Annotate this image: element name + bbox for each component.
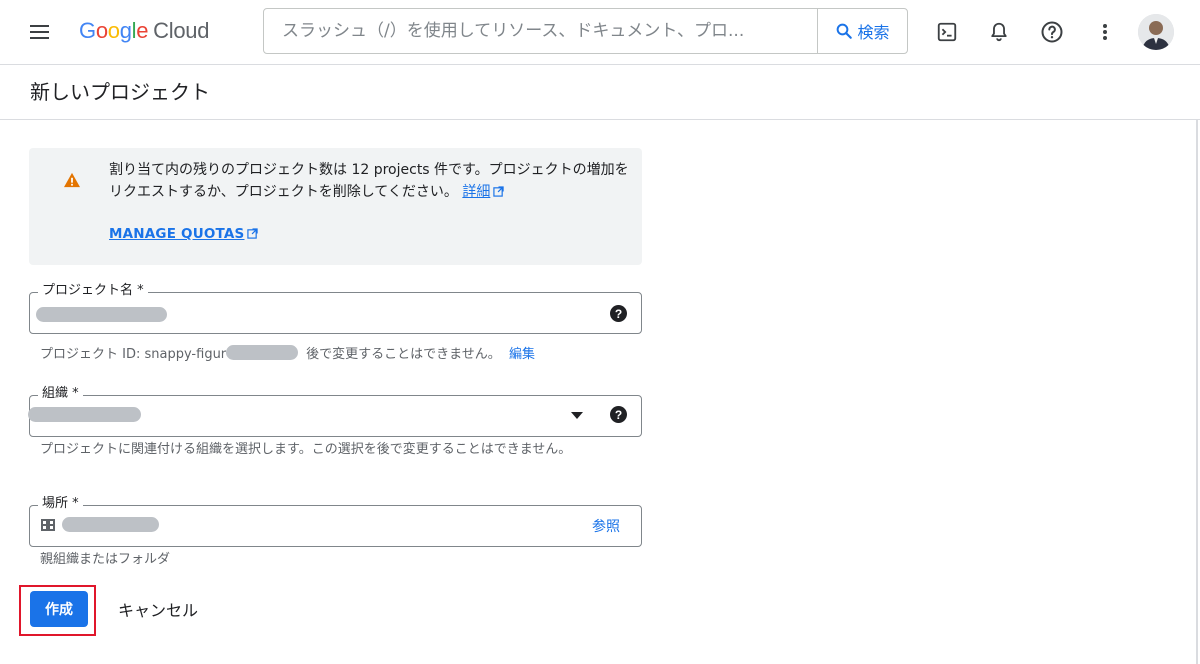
organization-help-icon[interactable]: ? (610, 406, 627, 423)
organization-building-icon (41, 519, 55, 531)
dropdown-arrow-icon[interactable] (571, 412, 583, 420)
search-button[interactable]: 検索 (817, 9, 907, 53)
search-input[interactable] (264, 9, 816, 53)
redacted-project-name (36, 307, 167, 322)
project-id-helper: プロジェクト ID: snappy-figur 後で変更することはできません。 編… (40, 343, 535, 364)
top-bar: GoogleCloud 検索 (0, 0, 1200, 64)
panel-divider (1196, 120, 1198, 664)
search-icon (837, 23, 853, 39)
cancel-button[interactable]: キャンセル (110, 591, 206, 627)
search-bar: 検索 (263, 8, 908, 54)
redacted-location (62, 517, 159, 532)
quota-message: 割り当て内の残りのプロジェクト数は 12 projects 件です。プロジェクト… (109, 162, 629, 200)
help-icon[interactable] (1039, 19, 1065, 45)
location-field[interactable]: 場所 * 参照 (29, 496, 642, 547)
page-title: 新しいプロジェクト (30, 80, 210, 104)
quota-warning-box: 割り当て内の残りのプロジェクト数は 12 projects 件です。プロジェクト… (29, 148, 642, 265)
browse-location-button[interactable]: 参照 (592, 516, 620, 536)
location-helper: 親組織またはフォルダ (40, 552, 171, 567)
google-cloud-logo[interactable]: Google Cloud (79, 17, 209, 45)
create-button[interactable]: 作成 (30, 591, 88, 627)
search-button-label: 検索 (857, 23, 890, 42)
hamburger-menu-icon[interactable] (27, 20, 53, 44)
project-name-field[interactable]: プロジェクト名 * ? (29, 283, 642, 334)
open-in-new-icon (493, 186, 505, 197)
cloud-shell-icon[interactable] (934, 19, 960, 45)
details-link[interactable]: 詳細 (462, 184, 505, 200)
warning-icon (64, 172, 80, 188)
page-header: 新しいプロジェクト (0, 64, 1200, 120)
project-id-note: 後で変更することはできません。 (306, 347, 501, 362)
project-id-prefix: プロジェクト ID: snappy-figur (40, 347, 227, 362)
redacted-organization (28, 407, 141, 422)
more-options-icon[interactable] (1092, 19, 1118, 45)
location-label: 場所 * (38, 496, 83, 512)
quota-warning-text: 割り当て内の残りのプロジェクト数は 12 projects 件です。プロジェクト… (109, 159, 629, 203)
manage-quotas-link[interactable]: MANAGE QUOTAS (109, 226, 259, 242)
redacted-project-id (226, 345, 299, 360)
organization-select[interactable]: 組織 * ? (28, 386, 642, 437)
open-in-new-icon (247, 228, 259, 239)
edit-project-id-link[interactable]: 編集 (509, 347, 535, 362)
project-name-help-icon[interactable]: ? (610, 305, 627, 322)
user-avatar[interactable] (1138, 14, 1174, 50)
organization-label: 組織 * (38, 386, 83, 402)
project-name-label: プロジェクト名 * (38, 283, 148, 299)
notifications-bell-icon[interactable] (986, 19, 1012, 45)
organization-helper: プロジェクトに関連付ける組織を選択します。この選択を後で変更することはできません… (40, 442, 572, 457)
